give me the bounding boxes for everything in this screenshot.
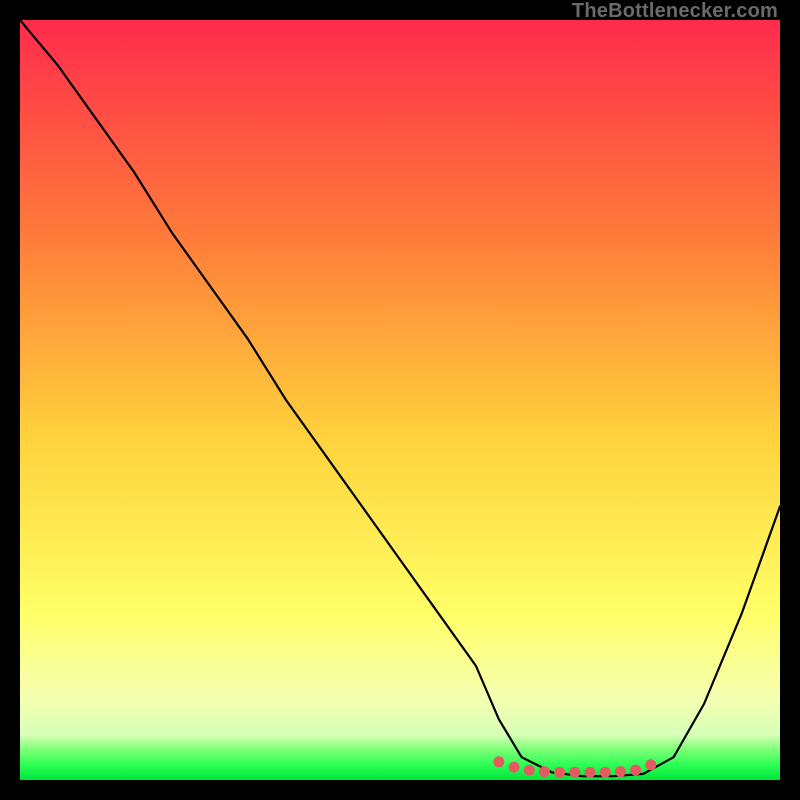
flat-region-markers: [20, 20, 780, 780]
plot-area: [20, 20, 780, 780]
chart-frame: TheBottlenecker.com: [0, 0, 800, 800]
watermark-text: TheBottlenecker.com: [572, 0, 778, 23]
